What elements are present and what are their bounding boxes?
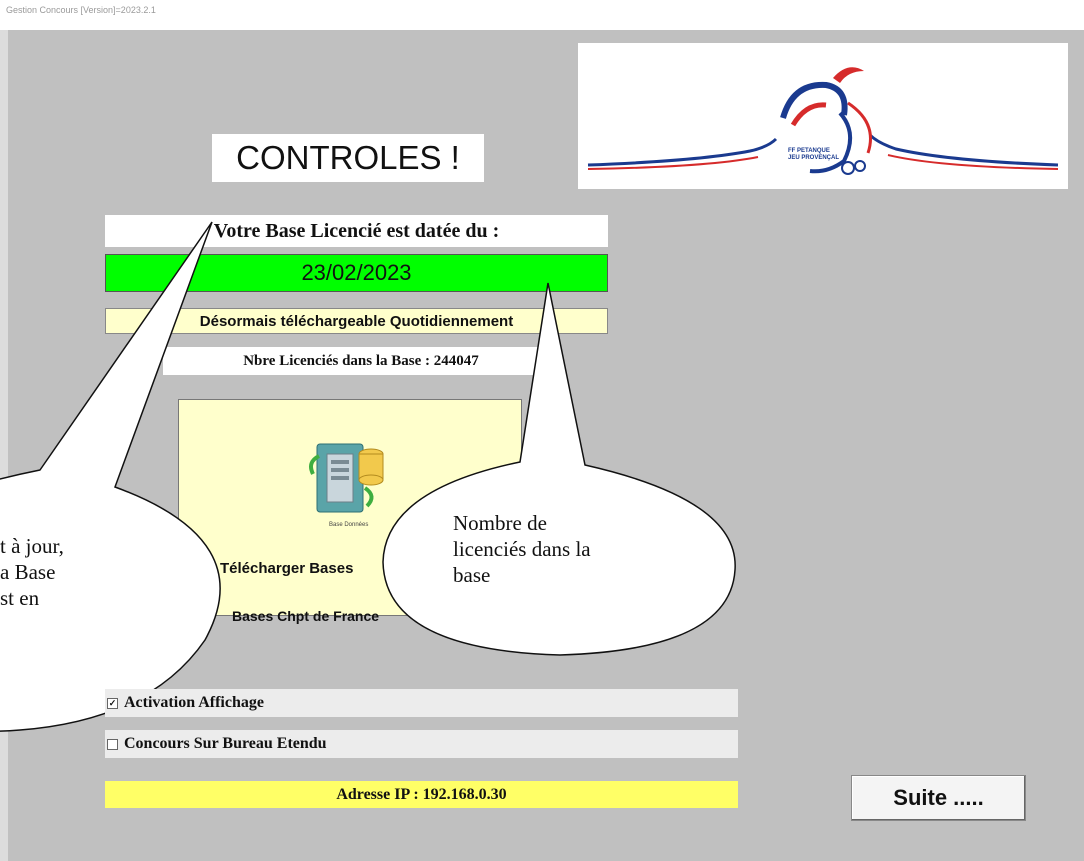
callout-left-line1: t à jour,	[0, 534, 64, 558]
callout-left	[0, 221, 221, 732]
callout-right-text: Nombre de licenciés dans la base	[453, 510, 683, 588]
activation-affichage-checkbox[interactable]: ✓ Activation Affichage	[105, 689, 738, 717]
activation-affichage-label: Activation Affichage	[124, 694, 264, 711]
callout-right	[382, 282, 736, 656]
concours-bureau-etendu-label: Concours Sur Bureau Etendu	[124, 735, 327, 752]
concours-bureau-etendu-checkbox[interactable]: Concours Sur Bureau Etendu	[105, 730, 738, 758]
suite-button[interactable]: Suite .....	[851, 775, 1026, 821]
callout-left-line3: st en	[0, 586, 40, 610]
checkbox-unchecked[interactable]	[107, 738, 118, 750]
ip-address: Adresse IP : 192.168.0.30	[105, 781, 738, 808]
callout-right-line3: base	[453, 563, 491, 587]
callout-left-text: t à jour, a Base st en	[0, 533, 90, 611]
callout-right-line1: Nombre de	[453, 511, 547, 535]
checkbox-checked[interactable]: ✓	[107, 697, 118, 709]
callout-left-line2: a Base	[0, 560, 56, 584]
callout-right-line2: licenciés dans la	[453, 537, 591, 561]
